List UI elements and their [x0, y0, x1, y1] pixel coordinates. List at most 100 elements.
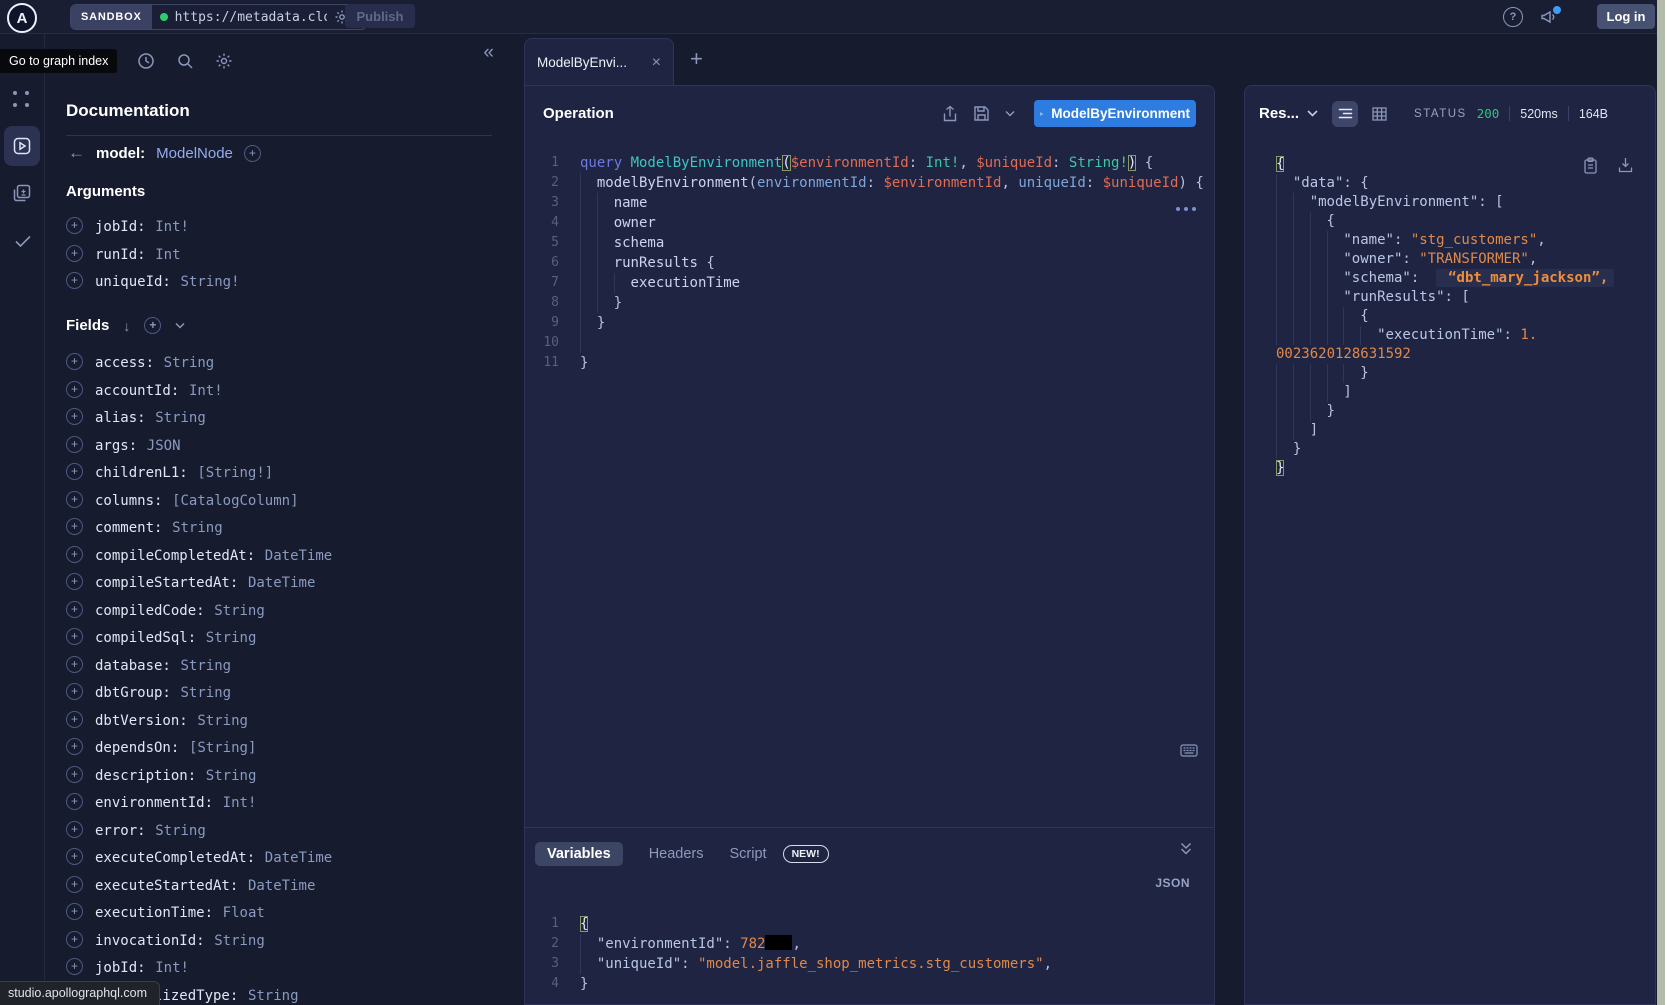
tab-headers[interactable]: Headers — [649, 846, 704, 862]
add-field-plus-icon[interactable]: + — [66, 601, 83, 618]
run-history-clock-icon[interactable] — [137, 52, 155, 70]
field-type[interactable]: String — [214, 603, 265, 619]
field-name[interactable]: compiledSql: — [95, 630, 196, 646]
argument-name[interactable]: uniqueId: — [95, 274, 171, 290]
nav-schema-changelog[interactable] — [12, 183, 32, 203]
argument-type[interactable]: Int! — [155, 219, 189, 235]
run-operation-button[interactable]: ModelByEnvironment — [1034, 100, 1196, 127]
field-name[interactable]: alias: — [95, 410, 146, 426]
field-type[interactable]: String — [172, 520, 223, 536]
share-operation-icon[interactable] — [942, 105, 958, 123]
add-field-plus-icon[interactable]: + — [66, 683, 83, 700]
add-field-plus-icon[interactable]: + — [66, 381, 83, 398]
new-tab-button[interactable]: + — [690, 48, 703, 70]
argument-type[interactable]: Int — [155, 247, 180, 263]
add-field-plus-icon[interactable]: + — [66, 931, 83, 948]
field-name[interactable]: compileCompletedAt: — [95, 548, 255, 564]
field-type[interactable]: DateTime — [248, 575, 315, 591]
field-type[interactable]: String — [181, 685, 232, 701]
back-arrow-icon[interactable]: ← — [68, 143, 85, 163]
sort-fields-icon[interactable]: ↓ — [123, 319, 130, 333]
field-name[interactable]: jobId: — [95, 960, 146, 976]
add-field-plus-icon[interactable]: + — [66, 711, 83, 728]
variables-code[interactable]: 1{2"environmentId": 782,3"uniqueId": "mo… — [525, 866, 1214, 994]
field-name[interactable]: executeCompletedAt: — [95, 850, 255, 866]
breadcrumb-type-link[interactable]: ModelNode — [156, 145, 233, 162]
add-field-plus-icon[interactable]: + — [66, 436, 83, 453]
field-type[interactable]: [CatalogColumn] — [172, 493, 298, 509]
tab-script[interactable]: Script — [730, 846, 767, 862]
fields-options-chevron-icon[interactable] — [175, 322, 185, 329]
field-type[interactable]: [String!] — [197, 465, 273, 481]
collapse-doc-panel-icon[interactable]: « — [483, 43, 494, 62]
add-field-plus-icon[interactable]: + — [66, 353, 83, 370]
field-name[interactable]: database: — [95, 658, 171, 674]
add-field-plus-icon[interactable]: + — [66, 491, 83, 508]
field-type[interactable]: String — [181, 658, 232, 674]
add-field-plus-icon[interactable]: + — [66, 821, 83, 838]
field-type[interactable]: DateTime — [248, 878, 315, 894]
field-name[interactable]: dbtVersion: — [95, 713, 188, 729]
keyboard-shortcuts-icon[interactable] — [1180, 744, 1198, 757]
field-name[interactable]: description: — [95, 768, 196, 784]
editor-menu-dots-icon[interactable] — [1176, 207, 1196, 211]
add-all-fields-plus-icon[interactable]: + — [144, 317, 161, 334]
nav-explorer-active[interactable] — [4, 126, 40, 166]
sandbox-badge[interactable]: SANDBOX — [71, 5, 152, 29]
operation-editor[interactable]: 1query ModelByEnvironment($environmentId… — [525, 141, 1214, 827]
field-type[interactable]: Float — [223, 905, 265, 921]
field-name[interactable]: access: — [95, 355, 154, 371]
add-field-plus-icon[interactable]: + — [66, 958, 83, 975]
field-type[interactable]: JSON — [147, 438, 181, 454]
field-type[interactable]: String — [248, 988, 299, 1004]
add-field-plus-icon[interactable]: + — [66, 793, 83, 810]
add-field-plus-icon[interactable]: + — [66, 463, 83, 480]
response-title-chevron-icon[interactable] — [1307, 110, 1318, 117]
close-tab-icon[interactable]: × — [652, 55, 661, 71]
field-name[interactable]: error: — [95, 823, 146, 839]
field-name[interactable]: compileStartedAt: — [95, 575, 238, 591]
field-type[interactable]: String — [164, 355, 215, 371]
argument-name[interactable]: runId: — [95, 247, 146, 263]
field-type[interactable]: [String] — [189, 740, 256, 756]
publish-button[interactable]: Publish — [345, 4, 415, 28]
add-field-plus-icon[interactable]: + — [66, 656, 83, 673]
field-type[interactable]: Int! — [155, 960, 189, 976]
field-name[interactable]: columns: — [95, 493, 162, 509]
add-argument-plus-icon[interactable]: + — [66, 217, 83, 234]
field-name[interactable]: executionTime: — [95, 905, 213, 921]
add-argument-plus-icon[interactable]: + — [66, 272, 83, 289]
field-type[interactable]: String — [206, 768, 257, 784]
login-button[interactable]: Log in — [1597, 4, 1655, 29]
add-field-plus-icon[interactable]: + — [66, 573, 83, 590]
field-name[interactable]: environmentId: — [95, 795, 213, 811]
response-tree-view-toggle[interactable] — [1332, 101, 1358, 127]
field-type[interactable]: String — [197, 713, 248, 729]
add-field-plus-icon[interactable]: + — [66, 903, 83, 920]
field-type[interactable]: Int! — [223, 795, 257, 811]
field-type[interactable]: String — [155, 823, 206, 839]
add-field-plus-icon[interactable]: + — [66, 408, 83, 425]
copy-response-icon[interactable] — [1583, 157, 1598, 174]
apollo-logo-icon[interactable]: A — [7, 3, 37, 33]
field-name[interactable]: args: — [95, 438, 137, 454]
response-title[interactable]: Res... — [1259, 105, 1299, 122]
field-name[interactable]: compiledCode: — [95, 603, 205, 619]
nav-checks[interactable] — [12, 231, 34, 251]
field-name[interactable]: dependsOn: — [95, 740, 179, 756]
add-argument-plus-icon[interactable]: + — [66, 245, 83, 262]
field-type[interactable]: DateTime — [265, 850, 332, 866]
field-type[interactable]: String — [206, 630, 257, 646]
field-type[interactable]: DateTime — [265, 548, 332, 564]
search-icon[interactable] — [176, 52, 194, 70]
field-name[interactable]: accountId: — [95, 383, 179, 399]
field-type[interactable]: Int! — [189, 383, 223, 399]
download-response-icon[interactable] — [1618, 157, 1633, 174]
graph-index-icon[interactable] — [13, 91, 31, 109]
argument-type[interactable]: String! — [181, 274, 240, 290]
collapse-variables-chevrons-icon[interactable] — [1180, 842, 1192, 855]
field-name[interactable]: dbtGroup: — [95, 685, 171, 701]
field-type[interactable]: String — [214, 933, 265, 949]
add-field-plus-icon[interactable]: + — [66, 628, 83, 645]
add-field-plus-icon[interactable]: + — [66, 876, 83, 893]
